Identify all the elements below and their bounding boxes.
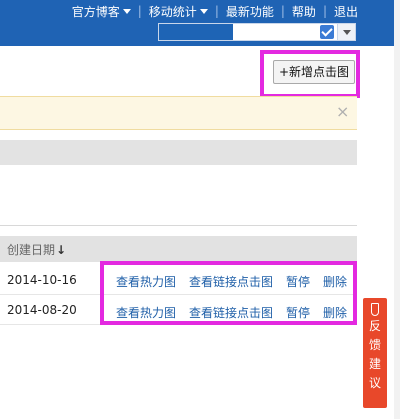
nav-separator: | <box>322 4 327 18</box>
row-created-date: 2014-10-16 <box>7 273 77 287</box>
top-header-bar: 官方博客 | 移动统计 | 最新功能 | 帮助 | 退出 <box>0 0 400 46</box>
nav-mobile-stats[interactable]: 移动统计 <box>149 3 208 20</box>
nav-logout[interactable]: 退出 <box>334 3 358 20</box>
nav-help-label: 帮助 <box>291 4 316 19</box>
table-header: 创建日期↓ <box>0 236 357 262</box>
nav-separator: | <box>280 4 285 18</box>
nav-separator: | <box>214 4 219 18</box>
dropdown-arrow-icon[interactable] <box>337 24 355 40</box>
row-created-date: 2014-08-20 <box>7 303 77 317</box>
feedback-label-char: 馈 <box>368 338 381 352</box>
scrollbar[interactable] <box>394 0 400 419</box>
nav-new-features[interactable]: 最新功能 <box>226 3 274 20</box>
notice-banner: × <box>0 96 357 130</box>
pencil-icon <box>371 303 379 316</box>
nav-mobile-stats-label: 移动统计 <box>148 4 197 19</box>
site-selector-selected-highlight <box>159 24 233 40</box>
delete-link[interactable]: 删除 <box>323 273 347 289</box>
pause-link[interactable]: 暂停 <box>286 273 310 289</box>
row-actions: 查看热力图 查看链接点击图 暂停 删除 <box>116 304 347 320</box>
nav-help[interactable]: 帮助 <box>292 3 316 20</box>
chevron-down-icon <box>122 8 131 14</box>
sort-down-icon[interactable]: ↓ <box>56 243 66 257</box>
view-link-click-map-link[interactable]: 查看链接点击图 <box>189 273 273 289</box>
column-header-created-date-label: 创建日期 <box>7 243 56 257</box>
feedback-label-char: 建 <box>368 357 381 371</box>
divider <box>0 225 357 226</box>
filter-bar <box>0 140 357 165</box>
top-navigation: 官方博客 | 移动统计 | 最新功能 | 帮助 | 退出 <box>72 2 358 20</box>
column-header-created-date[interactable]: 创建日期↓ <box>7 241 66 258</box>
view-heatmap-link[interactable]: 查看热力图 <box>116 273 176 289</box>
nav-official-blog[interactable]: 官方博客 <box>72 3 131 20</box>
nav-official-blog-label: 官方博客 <box>71 4 120 19</box>
close-icon[interactable]: × <box>336 104 349 120</box>
view-heatmap-link[interactable]: 查看热力图 <box>116 304 176 320</box>
feedback-label-char: 议 <box>368 376 381 390</box>
nav-new-features-label: 最新功能 <box>225 4 274 19</box>
add-click-map-button[interactable]: +新增点击图 <box>273 60 355 84</box>
row-actions: 查看热力图 查看链接点击图 暂停 删除 <box>116 273 347 289</box>
view-link-click-map-link[interactable]: 查看链接点击图 <box>189 304 273 320</box>
chevron-down-icon <box>199 8 208 14</box>
nav-separator: | <box>137 4 142 18</box>
feedback-button[interactable]: 反 馈 建 议 <box>363 298 387 408</box>
feedback-label-char: 反 <box>368 319 381 333</box>
site-selector[interactable] <box>158 23 356 41</box>
checkbox-icon[interactable] <box>320 25 334 39</box>
pause-link[interactable]: 暂停 <box>286 304 310 320</box>
delete-link[interactable]: 删除 <box>323 304 347 320</box>
nav-logout-label: 退出 <box>333 4 358 19</box>
